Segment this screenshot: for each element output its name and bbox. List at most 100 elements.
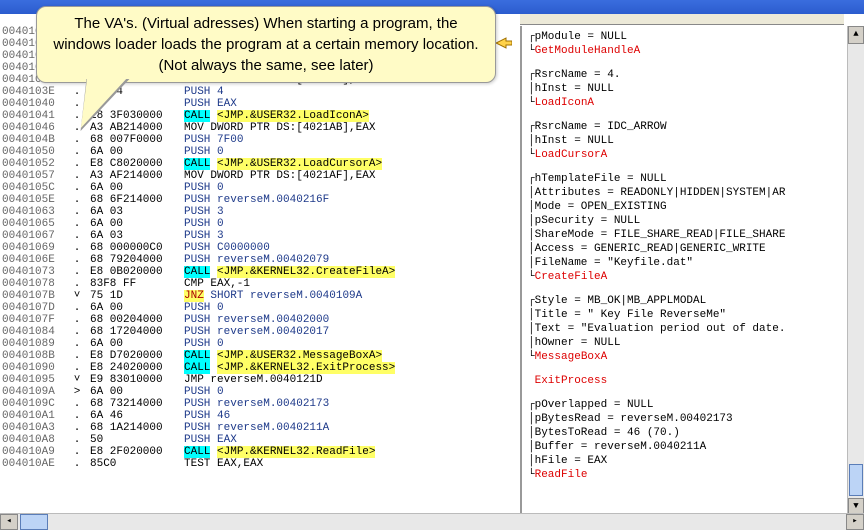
hex-cell: E8 D7020000 <box>88 350 182 362</box>
disasm-row[interactable]: 004010AE.85C0TEST EAX,EAX <box>0 458 520 470</box>
asm-cell: TEST EAX,EAX <box>182 458 520 470</box>
disasm-row[interactable]: 0040106E.68 79204000PUSH reverseM.004020… <box>0 254 520 266</box>
address-cell: 0040107B <box>0 290 68 302</box>
api-hint-group: ┌Style = MB_OK|MB_APPLMODAL│Title = " Ke… <box>528 294 852 364</box>
hscroll-thumb[interactable] <box>20 514 48 530</box>
disasm-row[interactable]: 00401095˅E9 83010000JMP reverseM.0040121… <box>0 374 520 386</box>
hex-cell: 6A 00 <box>88 302 182 314</box>
disasm-row[interactable]: 00401063.6A 03PUSH 3 <box>0 206 520 218</box>
mark-cell: . <box>68 446 88 458</box>
asm-cell: JMP reverseM.0040121D <box>182 374 520 386</box>
api-hint-pane[interactable]: ┌pModule = NULL└GetModuleHandleA┌RsrcNam… <box>520 26 852 524</box>
address-cell: 00401063 <box>0 206 68 218</box>
hex-cell: 68 000000C0 <box>88 242 182 254</box>
disasm-row[interactable]: 004010A3.68 1A214000PUSH reverseM.004021… <box>0 422 520 434</box>
asm-cell: PUSH 3 <box>182 206 520 218</box>
asm-cell: PUSH C0000000 <box>182 242 520 254</box>
scroll-up-button[interactable]: ▲ <box>848 26 864 44</box>
hex-cell: 50 <box>88 434 182 446</box>
disasm-row[interactable]: 0040105C.6A 00PUSH 0 <box>0 182 520 194</box>
hex-cell: 85C0 <box>88 458 182 470</box>
disasm-row[interactable]: 0040104B.68 007F0000PUSH 7F00 <box>0 134 520 146</box>
api-hint-group: ┌RsrcName = 4.│hInst = NULL└LoadIconA <box>528 68 852 110</box>
disasm-row[interactable]: 00401090.E8 24020000CALL <JMP.&KERNEL32.… <box>0 362 520 374</box>
api-hint-line: │hOwner = NULL <box>528 336 852 350</box>
disasm-row[interactable]: 00401067.6A 03PUSH 3 <box>0 230 520 242</box>
asm-cell: MOV DWORD PTR DS:[4021AB],EAX <box>182 122 520 134</box>
address-cell: 004010A8 <box>0 434 68 446</box>
hex-cell: 68 1A214000 <box>88 422 182 434</box>
disassembly-table: 00401024004010280040102A.C705 ........MO… <box>0 26 520 470</box>
asm-cell: PUSH 0 <box>182 302 520 314</box>
window-toolbar[interactable] <box>520 14 844 25</box>
disasm-row[interactable]: 00401069.68 000000C0PUSH C0000000 <box>0 242 520 254</box>
address-cell: 0040105E <box>0 194 68 206</box>
address-cell: 004010A9 <box>0 446 68 458</box>
vertical-scrollbar[interactable]: ▲ ▼ <box>847 26 864 516</box>
address-cell: 00401084 <box>0 326 68 338</box>
mark-cell: . <box>68 170 88 182</box>
asm-cell: CALL <JMP.&USER32.MessageBoxA> <box>182 350 520 362</box>
mark-cell: . <box>68 362 88 374</box>
api-function-name: ExitProcess <box>528 374 852 388</box>
disasm-row[interactable]: 004010A8.50PUSH EAX <box>0 434 520 446</box>
disasm-row[interactable]: 00401065.6A 00PUSH 0 <box>0 218 520 230</box>
asm-cell: PUSH 3 <box>182 230 520 242</box>
disasm-row[interactable]: 0040109C.68 73214000PUSH reverseM.004021… <box>0 398 520 410</box>
api-hint-line: ┌RsrcName = IDC_ARROW <box>528 120 852 134</box>
disasm-row[interactable]: 00401073.E8 0B020000CALL <JMP.&KERNEL32.… <box>0 266 520 278</box>
api-function-name: └MessageBoxA <box>528 350 852 364</box>
asm-cell: PUSH reverseM.0040211A <box>182 422 520 434</box>
disassembly-pane[interactable]: 00401024004010280040102A.C705 ........MO… <box>0 26 520 520</box>
mark-cell: . <box>68 254 88 266</box>
api-hint-line: ┌pOverlapped = NULL <box>528 398 852 412</box>
disasm-row[interactable]: 00401057.A3 AF214000MOV DWORD PTR DS:[40… <box>0 170 520 182</box>
mark-cell: . <box>68 134 88 146</box>
mark-cell: . <box>68 422 88 434</box>
api-hint-line: │pSecurity = NULL <box>528 214 852 228</box>
disasm-row[interactable]: 0040107F.68 00204000PUSH reverseM.004020… <box>0 314 520 326</box>
annotation-callout: The VA's. (Virtual adresses) When starti… <box>36 6 496 83</box>
hex-cell: 68 6F214000 <box>88 194 182 206</box>
vscroll-thumb[interactable] <box>849 464 863 496</box>
mark-cell: . <box>68 338 88 350</box>
mark-cell: . <box>68 278 88 290</box>
hex-cell: 68 79204000 <box>88 254 182 266</box>
disasm-row[interactable]: 004010A9.E8 2F020000CALL <JMP.&KERNEL32.… <box>0 446 520 458</box>
asm-cell: CALL <JMP.&KERNEL32.CreateFileA> <box>182 266 520 278</box>
disasm-row[interactable]: 0040108B.E8 D7020000CALL <JMP.&USER32.Me… <box>0 350 520 362</box>
address-cell: 00401067 <box>0 230 68 242</box>
disasm-row[interactable]: 0040109A>6A 00PUSH 0 <box>0 386 520 398</box>
disasm-row[interactable]: 00401084.68 17204000PUSH reverseM.004020… <box>0 326 520 338</box>
api-hint-line: ┌Style = MB_OK|MB_APPLMODAL <box>528 294 852 308</box>
hex-cell: 6A 00 <box>88 386 182 398</box>
disasm-row[interactable]: 0040103E.6A 04PUSH 4 <box>0 86 520 98</box>
asm-cell: CALL <JMP.&USER32.LoadCursorA> <box>182 158 520 170</box>
horizontal-scrollbar[interactable]: ◂ ▸ <box>0 513 864 530</box>
asm-cell: PUSH EAX <box>182 434 520 446</box>
mark-cell: . <box>68 194 88 206</box>
disasm-row[interactable]: 00401052.E8 C8020000CALL <JMP.&USER32.Lo… <box>0 158 520 170</box>
disasm-row[interactable]: 0040107D.6A 00PUSH 0 <box>0 302 520 314</box>
scroll-right-button[interactable]: ▸ <box>846 514 864 530</box>
api-function-name: └ReadFile <box>528 468 852 482</box>
asm-cell: PUSH 0 <box>182 338 520 350</box>
disasm-row[interactable]: 0040105E.68 6F214000PUSH reverseM.004021… <box>0 194 520 206</box>
hex-cell: 83F8 FF <box>88 278 182 290</box>
address-cell: 00401052 <box>0 158 68 170</box>
api-hint-line: │ShareMode = FILE_SHARE_READ|FILE_SHARE <box>528 228 852 242</box>
disasm-row[interactable]: 0040107B˅75 1DJNZ SHORT reverseM.0040109… <box>0 290 520 302</box>
disasm-row[interactable]: 004010A1.6A 46PUSH 46 <box>0 410 520 422</box>
disasm-row[interactable]: 00401078.83F8 FFCMP EAX,-1 <box>0 278 520 290</box>
asm-cell: PUSH reverseM.00402173 <box>182 398 520 410</box>
asm-cell: PUSH reverseM.0040216F <box>182 194 520 206</box>
api-function-name: └LoadIconA <box>528 96 852 110</box>
api-hint-line: │FileName = "Keyfile.dat" <box>528 256 852 270</box>
disasm-row[interactable]: 00401050.6A 00PUSH 0 <box>0 146 520 158</box>
api-hint-group: ┌hTemplateFile = NULL│Attributes = READO… <box>528 172 852 284</box>
disasm-row[interactable]: 00401089.6A 00PUSH 0 <box>0 338 520 350</box>
asm-cell: PUSH 0 <box>182 146 520 158</box>
address-cell: 0040104B <box>0 134 68 146</box>
asm-cell: PUSH 0 <box>182 182 520 194</box>
scroll-left-button[interactable]: ◂ <box>0 514 18 530</box>
